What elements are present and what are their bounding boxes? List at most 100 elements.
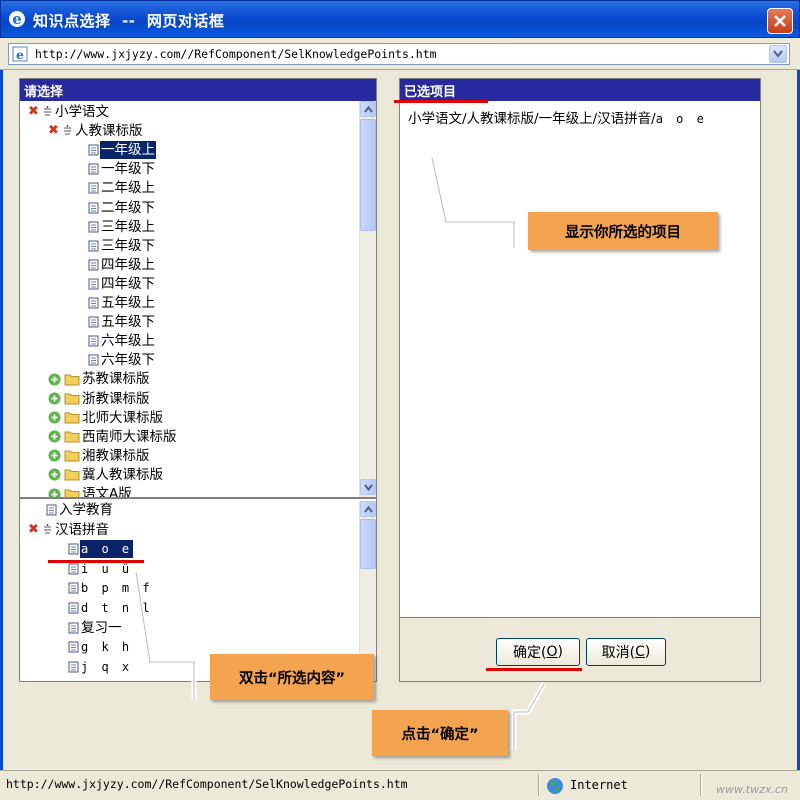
callout-show-selected: 显示你所选的项目	[528, 212, 718, 250]
tree-node[interactable]: 冀人教课标版	[48, 466, 164, 484]
tree-node[interactable]: 四年级下	[88, 275, 156, 293]
close-button[interactable]	[767, 8, 793, 34]
document-icon	[68, 661, 79, 673]
tree-node[interactable]: 苏教课标版	[48, 370, 151, 388]
tree-node-label: 五年级下	[101, 314, 155, 331]
expand-plus-icon[interactable]	[48, 488, 61, 500]
tree-node[interactable]: d t n l	[68, 599, 154, 617]
scroll-thumb[interactable]	[360, 519, 376, 569]
tree-scrollbar[interactable]	[359, 101, 376, 497]
tree-node-label: 六年级下	[101, 352, 155, 369]
open-branch-icon	[44, 523, 51, 534]
selected-item-path: 小学语文/人教课标版/一年级上/汉语拼音/a o e	[408, 107, 707, 127]
document-icon	[88, 202, 99, 213]
scroll-up-button[interactable]	[360, 101, 376, 117]
tree-node[interactable]: ✖ 人教课标版	[48, 122, 144, 140]
tree-node[interactable]: 浙教课标版	[48, 390, 151, 408]
tree-node[interactable]: ✖ 小学语文	[28, 103, 110, 121]
status-url: http://www.jxjyzy.com//RefComponent/SelK…	[6, 777, 408, 791]
selection-underline	[48, 560, 144, 563]
address-field[interactable]: e http://www.jxjyzy.com//RefComponent/Se…	[8, 43, 790, 65]
tree-node-label: 冀人教课标版	[82, 466, 163, 483]
document-icon	[88, 297, 99, 309]
title-bar: e 知识点选择 -- 网页对话框	[0, 0, 800, 38]
tree-node[interactable]: j q x	[68, 658, 133, 676]
open-branch-icon	[64, 125, 71, 135]
tree-node[interactable]: g k h	[68, 638, 133, 656]
address-dropdown-button[interactable]	[769, 45, 787, 63]
expand-plus-icon[interactable]	[48, 449, 61, 462]
folder-icon	[64, 469, 80, 481]
tree-node-label: 浙教课标版	[82, 390, 150, 407]
tree-node[interactable]: 湘教课标版	[48, 447, 151, 465]
document-icon	[88, 278, 99, 290]
tree-node-label: 三年级上	[101, 218, 155, 235]
expand-plus-icon[interactable]	[48, 468, 61, 481]
cancel-button[interactable]: 取消(C)	[586, 638, 666, 666]
tree-node[interactable]: 五年级下	[88, 313, 156, 331]
collapse-x-icon[interactable]: ✖	[48, 124, 60, 137]
document-icon	[88, 163, 99, 175]
tree-node-label: 西南师大课标版	[82, 428, 177, 445]
tree-node[interactable]: b p m f	[68, 579, 154, 597]
selected-leaf-text: a o e	[655, 112, 707, 126]
close-icon	[774, 15, 786, 27]
folder-icon	[64, 431, 80, 443]
tree-node[interactable]: 五年级上	[88, 294, 156, 312]
callout-click-ok: 点击“确定”	[372, 710, 508, 756]
expand-plus-icon[interactable]	[48, 392, 61, 405]
document-icon	[88, 221, 99, 233]
tree-node[interactable]: 一年级上	[88, 141, 156, 160]
tree-node[interactable]: 三年级下	[88, 237, 156, 255]
chevron-down-icon	[363, 483, 373, 491]
folder-icon	[64, 489, 80, 497]
tree-node-label: 入学教育	[59, 502, 113, 518]
ok-button[interactable]: 确定(O)	[496, 638, 580, 666]
tree-node[interactable]: 二年级下	[88, 199, 156, 217]
tree-panel-header: 请选择	[20, 79, 376, 101]
scroll-down-button[interactable]	[360, 479, 376, 495]
document-icon	[88, 259, 99, 271]
tree-panel: 请选择 ✖ 小学语文 ✖ 人教课标版 一年级上 一年级下 二年级上 二年级下 三年级上 三年级下四…	[19, 78, 377, 682]
watermark: www.twzx.cn	[716, 783, 788, 796]
tree-node[interactable]: 复习一	[68, 619, 123, 637]
tree-node[interactable]: 一年级下	[88, 160, 156, 178]
tree-node[interactable]: 四年级上	[88, 256, 156, 274]
tree-node[interactable]: 北师大课标版	[48, 409, 164, 427]
tree-node-label: 湘教课标版	[82, 447, 150, 464]
chevron-up-icon	[363, 505, 373, 513]
collapse-x-icon[interactable]: ✖	[28, 105, 40, 118]
ok-button-accel: O	[546, 644, 558, 660]
expand-plus-icon[interactable]	[48, 430, 61, 443]
tree-node[interactable]: 三年级上	[88, 218, 156, 236]
header-underline	[394, 100, 488, 103]
tree-node[interactable]: 二年级上	[88, 179, 156, 197]
button-bar: 确定(O) 取消(C)	[399, 618, 761, 682]
tree-node[interactable]: 西南师大课标版	[48, 428, 178, 446]
svg-text:e: e	[12, 10, 22, 28]
folder-icon	[64, 412, 80, 424]
expand-plus-icon[interactable]	[48, 411, 61, 424]
expand-plus-icon[interactable]	[48, 373, 61, 386]
tree-node-label: 六年级上	[101, 333, 155, 350]
scroll-up-button[interactable]	[360, 501, 376, 517]
document-icon	[68, 602, 79, 614]
tree-node[interactable]: 语文A版	[48, 485, 133, 500]
tree-node-label: j q x	[81, 659, 133, 674]
category-tree: ✖ 小学语文 ✖ 人教课标版 一年级上 一年级下 二年级上 二年级下 三年级上 三年级下 四年级上四…	[20, 101, 376, 499]
scroll-thumb[interactable]	[360, 119, 376, 231]
selected-items-panel: 已选项目 小学语文/人教课标版/一年级上/汉语拼音/a o e	[399, 78, 761, 618]
tree-node-label: 人教课标版	[75, 123, 143, 140]
tree-node[interactable]: 入学教育	[46, 501, 114, 519]
tree-node[interactable]: ✖ 汉语拼音	[28, 521, 110, 539]
document-icon	[88, 335, 99, 347]
tree-node[interactable]: 六年级上	[88, 332, 156, 350]
tree-node-label: 三年级下	[101, 237, 155, 254]
tree-node[interactable]: 六年级下	[88, 351, 156, 369]
tree-node-label: 一年级下	[101, 161, 155, 178]
cancel-button-accel: C	[635, 644, 645, 660]
document-icon	[88, 182, 99, 194]
tree-node[interactable]: a o e	[68, 540, 134, 559]
collapse-x-icon[interactable]: ✖	[28, 523, 40, 536]
document-icon	[68, 543, 79, 555]
